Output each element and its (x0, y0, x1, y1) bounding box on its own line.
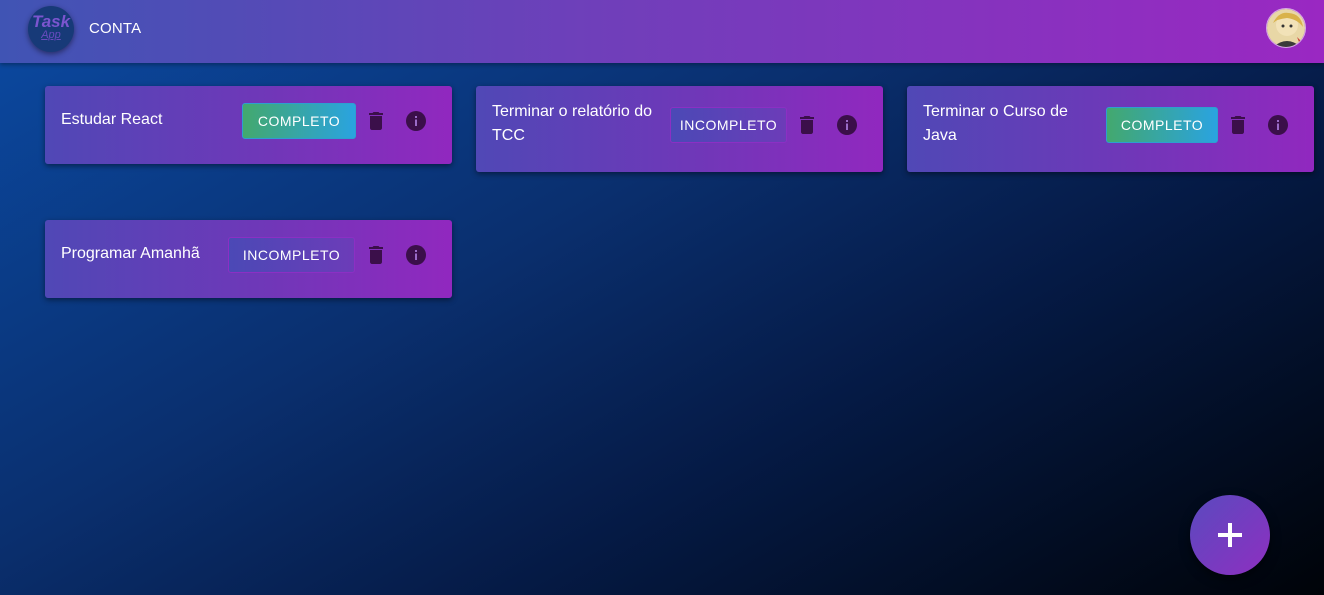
info-button[interactable] (404, 243, 428, 267)
info-button[interactable] (1266, 113, 1290, 137)
task-card: Programar Amanhã INCOMPLETO (45, 220, 452, 298)
task-app-logo[interactable]: Task App (28, 6, 74, 52)
task-title: Estudar React (61, 111, 163, 128)
trash-icon (369, 246, 383, 264)
info-button[interactable] (835, 113, 859, 137)
logo-text-app: App (41, 29, 61, 41)
delete-button[interactable] (795, 113, 819, 137)
delete-button[interactable] (1226, 113, 1250, 137)
task-title: Terminar o Curso de Java (923, 103, 1068, 144)
nav-conta-link[interactable]: CONTA (89, 20, 141, 37)
avatar-image (1267, 9, 1305, 47)
task-title: Terminar o relatório do TCC (492, 103, 653, 144)
status-button-complete[interactable]: COMPLETO (1106, 107, 1218, 143)
status-button-incomplete[interactable]: INCOMPLETO (228, 237, 355, 273)
app-bar: Task App CONTA (0, 0, 1324, 63)
info-icon (406, 245, 426, 265)
info-button[interactable] (404, 109, 428, 133)
user-avatar[interactable] (1266, 8, 1306, 48)
add-task-button[interactable] (1190, 495, 1270, 575)
delete-button[interactable] (364, 109, 388, 133)
status-button-complete[interactable]: COMPLETO (242, 103, 356, 139)
plus-icon (1218, 523, 1242, 547)
status-button-incomplete[interactable]: INCOMPLETO (670, 107, 787, 143)
logo-text-task: Task (31, 12, 71, 31)
trash-icon (1231, 116, 1245, 134)
task-card: Terminar o Curso de Java COMPLETO (907, 86, 1314, 172)
trash-icon (800, 116, 814, 134)
trash-icon (369, 112, 383, 130)
info-icon (1268, 115, 1288, 135)
delete-button[interactable] (364, 243, 388, 267)
task-card: Estudar React COMPLETO (45, 86, 452, 164)
info-icon (406, 111, 426, 131)
task-title: Programar Amanhã (61, 245, 200, 262)
task-card: Terminar o relatório do TCC INCOMPLETO (476, 86, 883, 172)
info-icon (837, 115, 857, 135)
